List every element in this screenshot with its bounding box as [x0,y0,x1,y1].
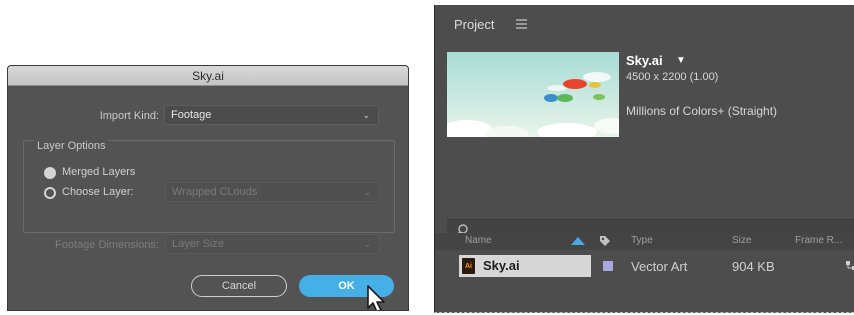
column-name[interactable]: Name [465,235,492,246]
layer-options-label: Layer Options [34,140,109,152]
item-name: Sky.ai [626,53,663,68]
item-color-depth: Millions of Colors+ (Straight) [626,104,778,118]
sky-thumbnail [447,52,619,137]
composition-flowchart-icon[interactable] [846,261,854,271]
radio-unselected-icon[interactable] [44,187,56,199]
chevron-down-icon: ⌄ [363,239,371,249]
row-type: Vector Art [631,259,688,274]
import-kind-select[interactable]: Footage ⌄ [164,105,379,125]
caret-down-icon[interactable]: ▼ [676,55,686,66]
dialog-titlebar[interactable]: Sky.ai [8,66,408,86]
project-panel: Project Sky.ai ▼ 4500 x 2200 (1.00) Mill… [434,5,854,313]
import-kind-label: Import Kind: [99,110,159,122]
label-tag-icon[interactable] [599,235,611,247]
footage-dimensions-select[interactable]: Layer Size ⌄ [165,234,380,254]
table-row[interactable]: Ai Sky.ai Vector Art 904 KB [435,255,854,277]
column-size[interactable]: Size [732,235,751,246]
chevron-down-icon: ⌄ [363,187,371,197]
footage-dimensions-label: Footage Dimensions: [55,239,159,251]
row-name: Sky.ai [483,258,520,273]
row-selection-highlight [459,255,591,277]
sort-ascending-icon[interactable] [571,237,585,245]
dialog-title: Sky.ai [192,68,224,83]
row-size: 904 KB [732,259,775,274]
column-type[interactable]: Type [631,235,653,246]
import-kind-value: Footage [171,109,212,121]
project-tab[interactable]: Project [454,17,494,32]
choose-layer-value: Wrapped CLouds [172,186,258,198]
cancel-button[interactable]: Cancel [191,275,287,297]
choose-layer-select[interactable]: Wrapped CLouds ⌄ [165,182,380,202]
label-color-swatch[interactable] [603,261,613,271]
radio-selected-icon[interactable] [44,167,56,179]
chevron-down-icon: ⌄ [362,110,370,120]
column-header: Name Type Size Frame R... [435,233,854,250]
mouse-cursor-icon [367,285,385,310]
choose-layer-option[interactable]: Choose Layer: [62,186,134,198]
column-frame-rate[interactable]: Frame R... [795,235,842,246]
footage-dimensions-value: Layer Size [172,238,224,250]
merged-layers-option[interactable]: Merged Layers [62,166,135,178]
item-dimensions: 4500 x 2200 (1.00) [626,71,719,83]
import-dialog: Sky.ai Import Kind: Footage ⌄ Layer Opti… [7,65,409,311]
panel-menu-icon[interactable] [516,19,527,29]
illustrator-file-icon: Ai [462,258,475,274]
